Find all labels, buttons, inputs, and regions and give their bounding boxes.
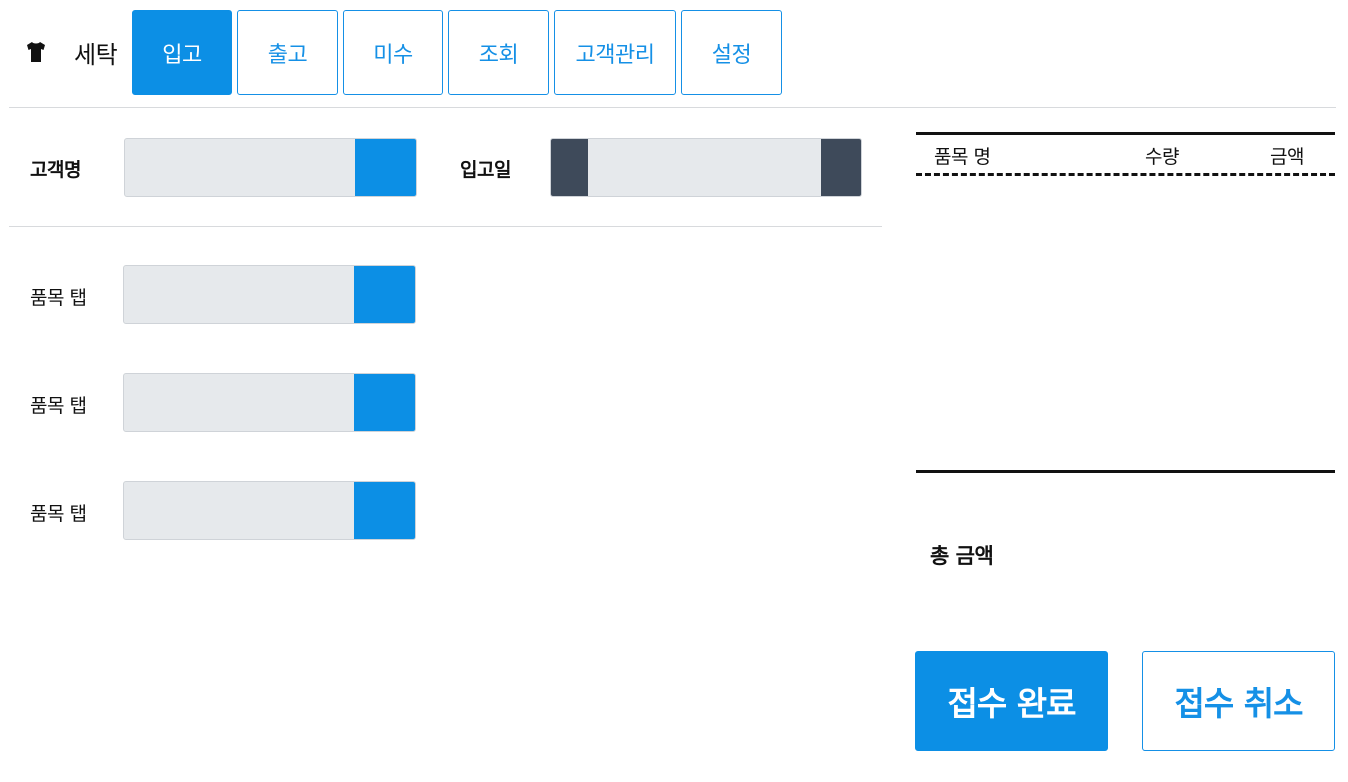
item-select-button[interactable] bbox=[354, 482, 415, 539]
tab-intake[interactable]: 입고 bbox=[132, 10, 232, 95]
tab-customers[interactable]: 고객관리 bbox=[554, 10, 676, 95]
item-tab-label: 품목 탭 bbox=[30, 287, 87, 309]
item-select-button[interactable] bbox=[354, 374, 415, 431]
tab-unpaid[interactable]: 미수 bbox=[343, 10, 443, 95]
header-divider bbox=[9, 107, 1336, 108]
customer-name-field[interactable] bbox=[124, 138, 417, 197]
confirm-intake-button[interactable]: 접수 완료 bbox=[915, 651, 1108, 751]
intake-date-label: 입고일 bbox=[460, 159, 511, 181]
item-tab-field[interactable] bbox=[123, 481, 416, 540]
receipt-header-rule bbox=[916, 173, 1335, 176]
item-tab-label: 품목 탭 bbox=[30, 395, 87, 417]
date-prev-button[interactable] bbox=[551, 139, 588, 196]
tab-lookup[interactable]: 조회 bbox=[448, 10, 549, 95]
brand-title: 세탁 bbox=[74, 41, 118, 69]
receipt-top-rule bbox=[916, 132, 1335, 135]
item-select-button[interactable] bbox=[354, 266, 415, 323]
receipt-bottom-rule bbox=[916, 470, 1335, 473]
customer-name-label: 고객명 bbox=[30, 159, 81, 181]
tab-settings[interactable]: 설정 bbox=[681, 10, 782, 95]
shirt-icon bbox=[27, 42, 45, 62]
form-divider bbox=[9, 226, 882, 227]
brand: 세탁 bbox=[26, 34, 118, 70]
customer-search-button[interactable] bbox=[355, 139, 416, 196]
receipt-col-item: 품목 명 bbox=[934, 146, 991, 168]
date-next-button[interactable] bbox=[821, 139, 861, 196]
item-tab-label: 품목 탭 bbox=[30, 503, 87, 525]
intake-date-field[interactable] bbox=[550, 138, 862, 197]
cancel-intake-button[interactable]: 접수 취소 bbox=[1142, 651, 1335, 751]
receipt-col-amount: 금액 bbox=[1270, 146, 1304, 168]
item-tab-field[interactable] bbox=[123, 265, 416, 324]
total-amount-label: 총 금액 bbox=[930, 544, 994, 568]
tab-release[interactable]: 출고 bbox=[237, 10, 338, 95]
item-tab-field[interactable] bbox=[123, 373, 416, 432]
receipt-col-qty: 수량 bbox=[1145, 146, 1179, 168]
